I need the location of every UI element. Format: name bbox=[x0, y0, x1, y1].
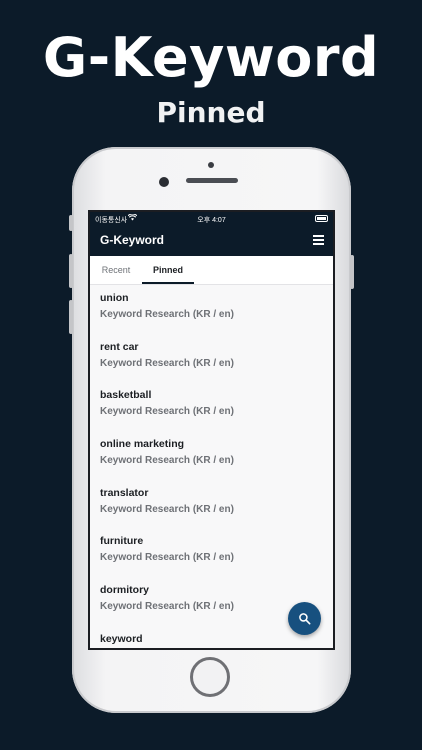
proximity-sensor bbox=[208, 162, 214, 168]
keyword-subtitle: Keyword Research (KR / en) bbox=[100, 455, 234, 467]
clock-time: 오후 4:07 bbox=[197, 217, 226, 224]
keyword-title: furniture bbox=[100, 535, 144, 548]
status-bar: 이동통신사 오후 4:07 bbox=[90, 212, 333, 226]
pinned-keyword-list: union Keyword Research (KR / en) rent ca… bbox=[90, 285, 333, 648]
power-button bbox=[350, 255, 354, 289]
keyword-title: keyword bbox=[100, 632, 143, 645]
battery-icon bbox=[315, 215, 328, 222]
home-button[interactable] bbox=[190, 657, 230, 697]
keyword-subtitle: Keyword Research (KR / en) bbox=[100, 357, 234, 369]
volume-down-button bbox=[69, 300, 73, 334]
tab-pinned[interactable]: Pinned bbox=[142, 256, 194, 284]
search-fab-button[interactable] bbox=[288, 602, 321, 635]
list-item[interactable]: union Keyword Research (KR / en) bbox=[90, 285, 333, 334]
list-item[interactable]: rent car Keyword Research (KR / en) bbox=[90, 334, 333, 383]
search-icon bbox=[299, 613, 311, 625]
keyword-subtitle: Keyword Research (KR / en) bbox=[100, 406, 234, 418]
phone-frame: 이동통신사 오후 4:07 G-Keyword Recent Pinned un… bbox=[69, 147, 354, 713]
list-item[interactable]: online marketing Keyword Research (KR / … bbox=[90, 431, 333, 480]
volume-up-button bbox=[69, 254, 73, 288]
app-screen: 이동통신사 오후 4:07 G-Keyword Recent Pinned un… bbox=[88, 210, 335, 650]
promo-title: G-Keyword bbox=[42, 26, 380, 89]
earpiece-speaker bbox=[186, 178, 238, 183]
list-item[interactable]: basketball Keyword Research (KR / en) bbox=[90, 382, 333, 431]
keyword-subtitle: Keyword Research (KR / en) bbox=[100, 552, 234, 564]
app-title: G-Keyword bbox=[100, 233, 165, 247]
tab-bar: Recent Pinned bbox=[90, 256, 333, 285]
keyword-title: basketball bbox=[100, 389, 152, 402]
keyword-title: translator bbox=[100, 486, 149, 499]
keyword-title: rent car bbox=[100, 340, 139, 353]
list-item[interactable]: translator Keyword Research (KR / en) bbox=[90, 480, 333, 529]
keyword-title: dormitory bbox=[100, 584, 150, 597]
promo-subtitle: Pinned bbox=[156, 96, 266, 129]
app-bar: G-Keyword bbox=[90, 226, 333, 256]
hamburger-menu-icon[interactable] bbox=[313, 235, 324, 246]
keyword-title: online marketing bbox=[100, 438, 185, 451]
front-camera bbox=[159, 177, 169, 187]
keyword-title: union bbox=[100, 292, 129, 304]
tab-recent[interactable]: Recent bbox=[90, 256, 142, 284]
list-item[interactable]: furniture Keyword Research (KR / en) bbox=[90, 528, 333, 577]
keyword-subtitle: Keyword Research (KR / en) bbox=[100, 503, 234, 515]
keyword-subtitle: Keyword Research (KR / en) bbox=[100, 309, 234, 320]
mute-switch bbox=[69, 215, 73, 231]
